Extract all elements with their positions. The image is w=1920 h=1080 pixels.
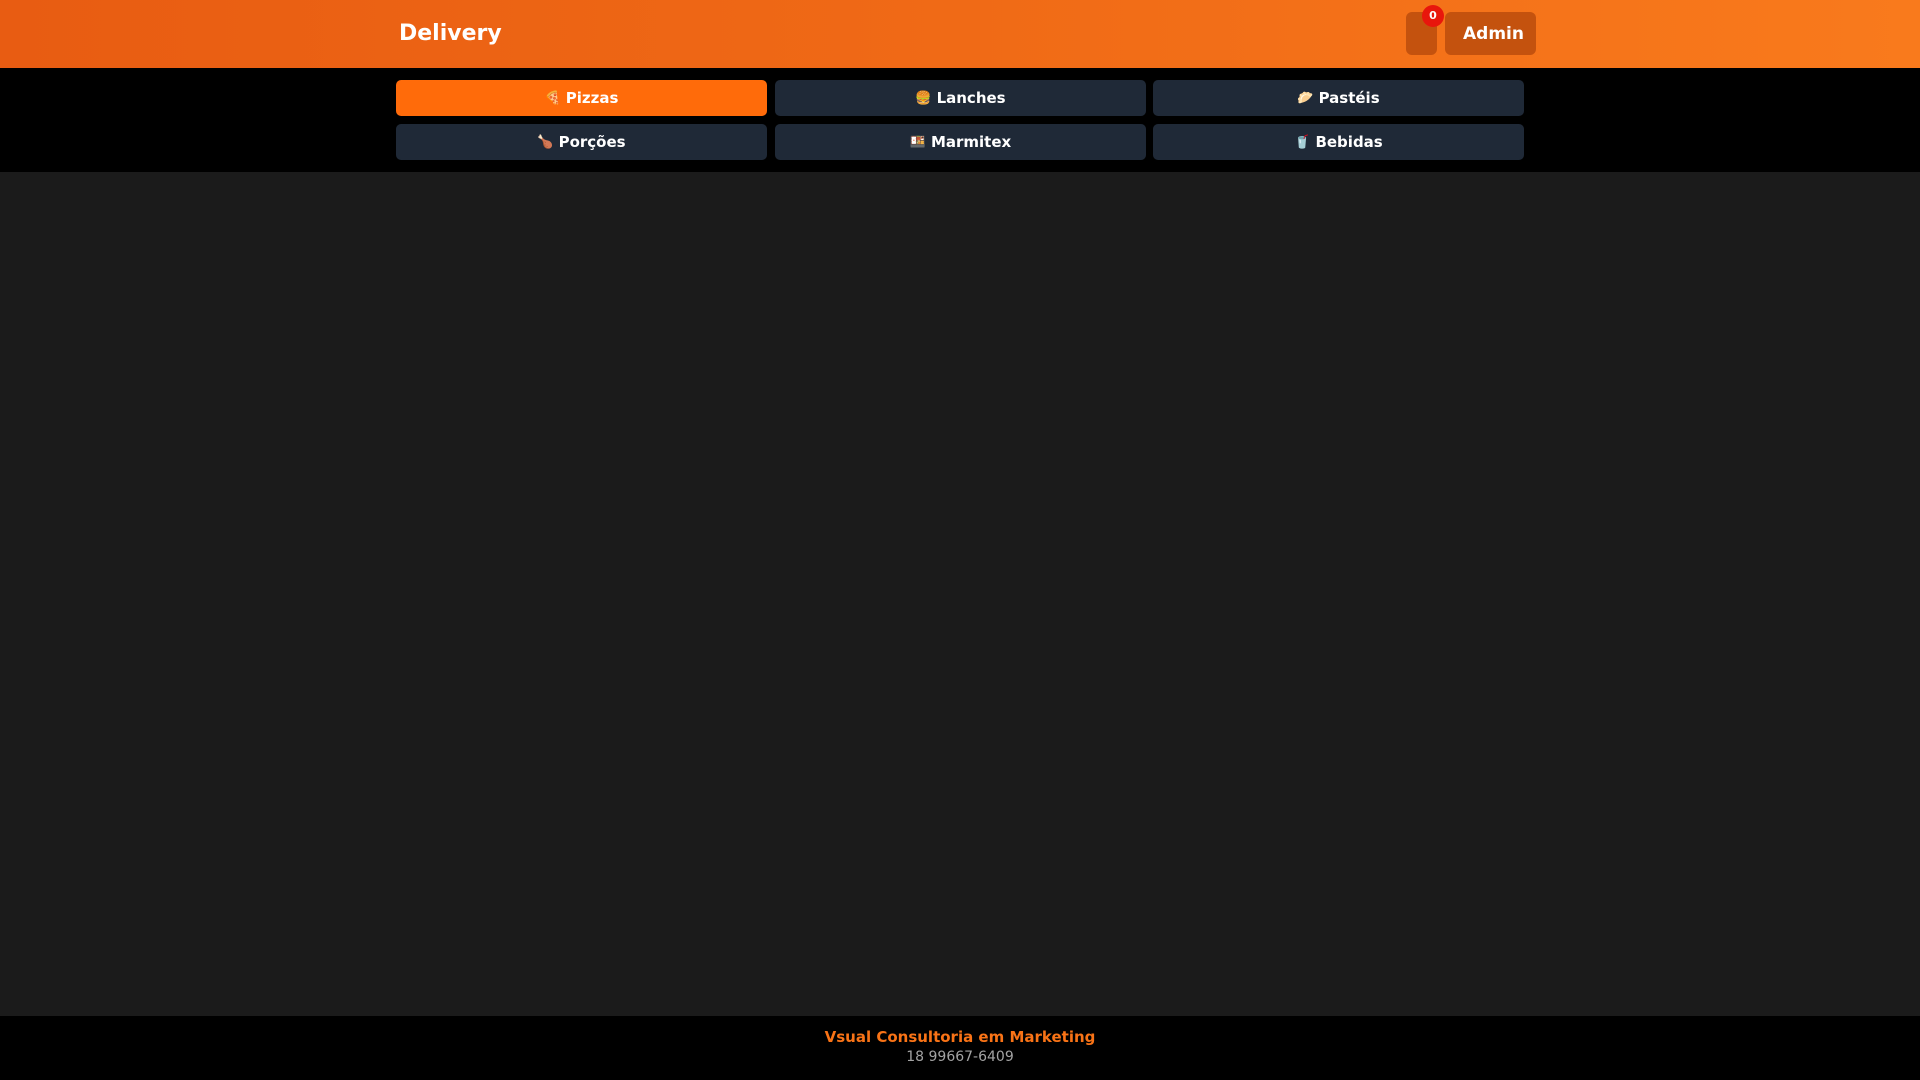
category-pizzas-button[interactable]: 🍕 Pizzas [396,80,767,116]
category-label: Lanches [936,89,1006,107]
footer-phone: 18 99667-6409 [906,1049,1014,1065]
main-content [0,172,1920,1016]
category-label: Pastéis [1318,89,1380,107]
top-header: Delivery 0 Admin [0,0,1920,68]
category-label: Bebidas [1315,133,1383,151]
admin-button[interactable]: Admin [1445,12,1536,55]
cart-count-badge: 0 [1422,5,1444,27]
drink-cup-icon: 🥤 [1294,134,1311,150]
brand-title[interactable]: Delivery [399,21,502,46]
category-label: Pizzas [565,89,619,107]
category-bebidas-button[interactable]: 🥤 Bebidas [1153,124,1524,160]
burger-icon: 🍔 [915,90,932,106]
category-pasteis-button[interactable]: 🥟 Pastéis [1153,80,1524,116]
category-lanches-button[interactable]: 🍔 Lanches [775,80,1146,116]
category-nav: 🍕 Pizzas 🍔 Lanches 🥟 Pastéis 🍗 Porções 🍱… [0,68,1920,172]
category-porcoes-button[interactable]: 🍗 Porções [396,124,767,160]
category-label: Marmitex [930,133,1012,151]
bento-box-icon: 🍱 [909,134,926,150]
footer-company-name: Vsual Consultoria em Marketing [824,1028,1096,1046]
category-label: Porções [558,133,626,151]
footer: Vsual Consultoria em Marketing 18 99667-… [0,1016,1920,1080]
category-marmitex-button[interactable]: 🍱 Marmitex [775,124,1146,160]
chicken-leg-icon: 🍗 [537,134,554,150]
pizza-icon: 🍕 [544,90,561,106]
dumpling-icon: 🥟 [1297,90,1314,106]
